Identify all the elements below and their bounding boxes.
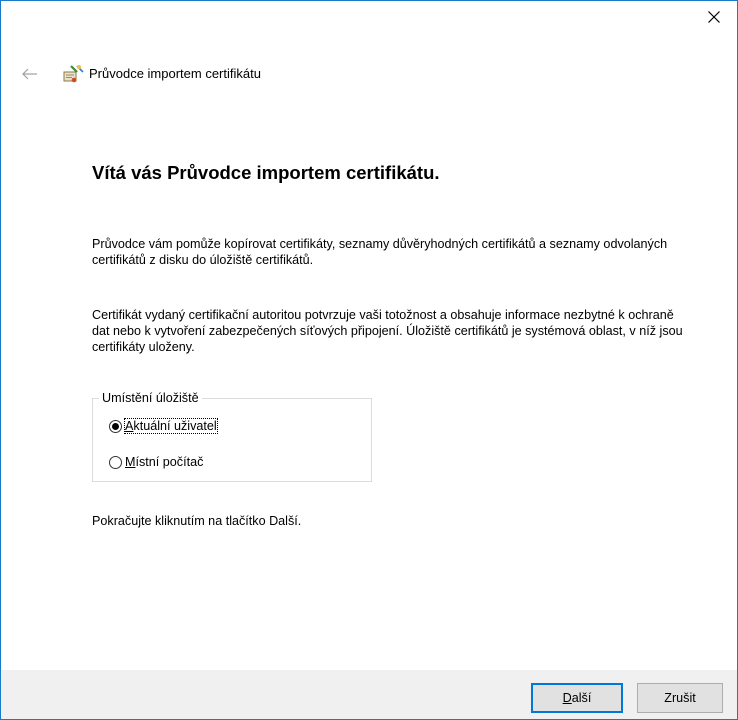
radio-local-machine[interactable]: Místní počítač: [109, 453, 203, 471]
continue-instruction: Pokračujte kliknutím na tlačítko Další.: [92, 514, 302, 528]
radio-button-local-machine[interactable]: [109, 455, 122, 469]
next-button[interactable]: Další: [531, 683, 623, 713]
description-paragraph: Certifikát vydaný certifikační autoritou…: [92, 308, 683, 354]
back-arrow-icon: [22, 68, 37, 80]
radio-current-user[interactable]: Aktuální uživatel: [109, 417, 218, 435]
certificate-wizard-icon: [63, 65, 84, 83]
wizard-window: Průvodce importem certifikátu Vítá vás P…: [0, 0, 738, 720]
close-button[interactable]: [691, 1, 737, 32]
page-heading: Vítá vás Průvodce importem certifikátu.: [92, 162, 440, 183]
radio-button-current-user[interactable]: [109, 419, 122, 433]
button-bar: [1, 670, 737, 719]
close-icon: [708, 10, 720, 23]
intro-paragraph: Průvodce vám pomůže kopírovat certifikát…: [92, 237, 668, 267]
radio-label-local-machine[interactable]: Místní počítač: [125, 455, 203, 469]
radio-label-current-user[interactable]: Aktuální uživatel: [124, 418, 218, 434]
cancel-button[interactable]: Zrušit: [637, 683, 723, 713]
back-button[interactable]: [19, 66, 41, 82]
radio-selected-dot: [112, 422, 119, 430]
wizard-title: Průvodce importem certifikátu: [89, 66, 261, 81]
store-location-legend: Umístění úložiště: [99, 390, 202, 406]
